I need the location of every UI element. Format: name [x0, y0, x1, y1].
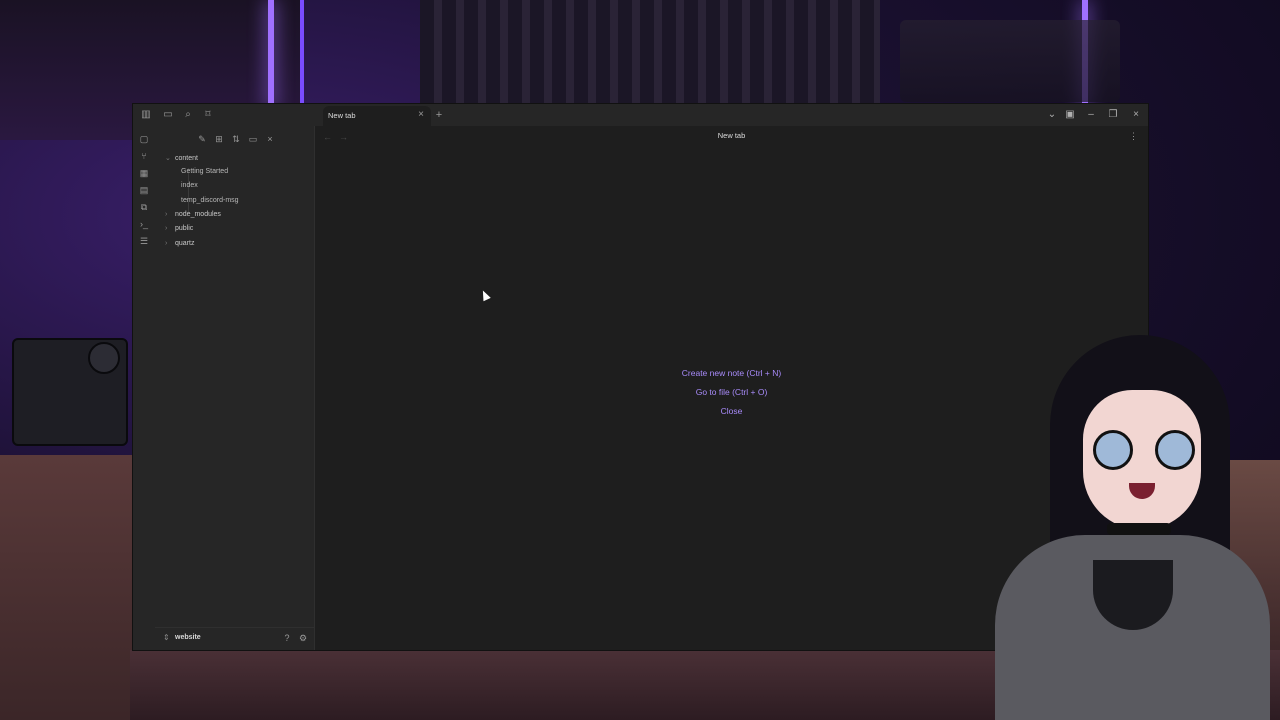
folder-icon[interactable]: ▭: [161, 108, 175, 122]
bookmark-icon[interactable]: ⌑: [201, 108, 215, 122]
graph-icon[interactable]: ⑂: [137, 149, 151, 163]
background-curtain: [420, 0, 880, 105]
avatar-choker: [1107, 523, 1171, 535]
layout-icon[interactable]: ▣: [1063, 108, 1077, 122]
file-icon[interactable]: ▢: [137, 132, 151, 146]
chevron-right-icon: ›: [165, 225, 168, 232]
file-temp-discord-msg[interactable]: temp_discord-msg: [155, 197, 239, 211]
chevron-right-icon: ›: [165, 240, 168, 247]
plus-icon[interactable]: +: [433, 109, 445, 121]
folder-label: node_modules: [175, 211, 221, 218]
close-icon[interactable]: ×: [263, 132, 277, 146]
folder-content[interactable]: ⌄ content: [165, 154, 198, 168]
folder-public[interactable]: › public: [165, 225, 193, 239]
avatar-eye: [1155, 430, 1195, 470]
sidebar-toggle-icon[interactable]: ▥: [139, 108, 153, 122]
close-icon[interactable]: ×: [1129, 108, 1143, 122]
streamer-avatar: [995, 335, 1270, 720]
chevron-down-icon[interactable]: ⌄: [1045, 108, 1059, 122]
close-icon[interactable]: ×: [415, 109, 427, 121]
gear-icon[interactable]: ⚙: [297, 632, 309, 644]
file-index[interactable]: index: [155, 182, 198, 196]
file-getting-started[interactable]: Getting Started: [155, 168, 228, 182]
tab-label: New tab: [328, 111, 356, 120]
folder-label: content: [175, 155, 198, 162]
copy-icon[interactable]: ⧉: [137, 200, 151, 214]
file-label: Getting Started: [181, 168, 229, 175]
background-speaker-cone: [88, 342, 120, 374]
terminal-icon[interactable]: ›_: [137, 217, 151, 231]
checklist-icon[interactable]: ☰: [137, 234, 151, 248]
chevron-updown-icon: ⇕: [163, 633, 170, 642]
restore-icon[interactable]: ❐: [1106, 108, 1120, 122]
vault-switcher[interactable]: ⇕ website ? ⚙: [155, 627, 314, 650]
more-options-icon[interactable]: ⋮: [1129, 131, 1138, 142]
new-note-icon[interactable]: ✎: [195, 132, 209, 146]
sort-icon[interactable]: ⇅: [229, 132, 243, 146]
folder-quartz[interactable]: › quartz: [165, 240, 194, 254]
ribbon: ▢ ⑂ ▦ ▤ ⧉ ›_ ☰: [133, 126, 156, 650]
background-desk: [0, 455, 140, 720]
search-icon[interactable]: ⌕: [181, 108, 195, 122]
help-icon[interactable]: ?: [281, 632, 293, 644]
chevron-down-icon: ⌄: [165, 155, 171, 162]
chevron-right-icon: ›: [165, 211, 168, 218]
view-title: New tab: [717, 131, 746, 140]
folder-label: public: [175, 225, 194, 232]
tab-new-tab[interactable]: New tab ×: [323, 106, 431, 126]
background-neon-light: [268, 0, 274, 110]
folder-label: quartz: [175, 240, 195, 247]
title-bar: ▥ ▭ ⌕ ⌑ New tab × + ⌄ ▣ – ❐ ×: [133, 104, 1148, 126]
file-explorer: ✎ ⊞ ⇅ ▭ × ⌄ content Getting Started index…: [155, 126, 315, 650]
background-figurines: [900, 20, 1120, 102]
collapse-icon[interactable]: ▭: [246, 132, 260, 146]
folder-node-modules[interactable]: › node_modules: [165, 211, 221, 225]
vault-name: website: [175, 634, 201, 641]
file-label: temp_discord-msg: [181, 197, 239, 204]
file-label: index: [181, 182, 198, 189]
avatar-eye: [1093, 430, 1133, 470]
dashboard-icon[interactable]: ▦: [137, 166, 151, 180]
calendar-icon[interactable]: ▤: [137, 183, 151, 197]
new-folder-icon[interactable]: ⊞: [212, 132, 226, 146]
minimize-icon[interactable]: –: [1084, 108, 1098, 122]
